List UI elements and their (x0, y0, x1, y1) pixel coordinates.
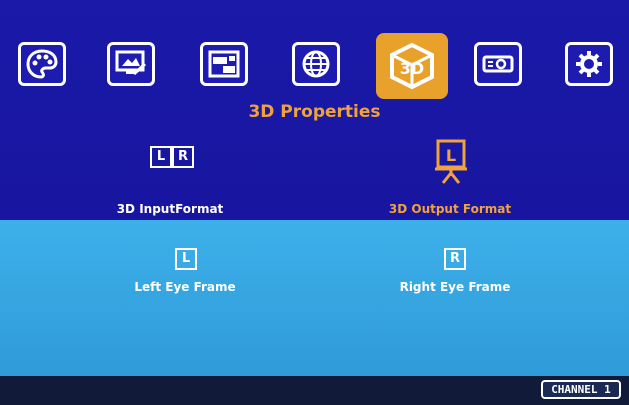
option-label: Right Eye Frame (399, 280, 511, 294)
section-title: 3D Properties (248, 102, 381, 122)
l-letter: L (156, 149, 166, 164)
l-frame-icon: L (150, 146, 172, 168)
option-3d-output-format[interactable]: L 3D Output Format (365, 138, 535, 222)
left-eye-icon: L (175, 248, 197, 270)
channel-badge: CHANNEL 1 (541, 380, 621, 399)
option-3d-input-format[interactable]: L R 3D InputFormat (90, 142, 250, 222)
right-eye-icon: R (444, 248, 466, 270)
gear-icon (576, 51, 602, 77)
globe-icon (302, 50, 330, 78)
r-frame-icon: R (172, 146, 194, 168)
r-letter: R (177, 149, 188, 164)
projection-screen-icon: L (435, 139, 467, 184)
tab-picture-adjust[interactable] (107, 42, 155, 86)
monitor-adjust-icon (115, 50, 147, 76)
3d-cube-icon: 3D (390, 42, 434, 90)
option-right-eye-frame[interactable]: R Right Eye Frame (375, 248, 535, 308)
left-eye-letter: L (181, 251, 191, 266)
window-layout-icon (208, 50, 240, 78)
tab-settings[interactable] (565, 42, 613, 86)
option-label: 3D Output Format (388, 202, 512, 216)
tab-network[interactable] (292, 42, 340, 86)
osd-screen: 3D 3D Properties L R 3D InputFormat L 3D… (0, 0, 629, 405)
tab-projector[interactable] (474, 42, 522, 86)
tab-3d-label: 3D (400, 59, 424, 78)
option-label: 3D InputFormat (116, 202, 224, 216)
projector-icon (482, 55, 514, 73)
option-label: Left Eye Frame (134, 280, 236, 294)
tab-palette[interactable] (18, 42, 66, 86)
palette-icon (26, 49, 58, 79)
tab-3d[interactable]: 3D (376, 33, 448, 99)
screen-letter: L (446, 146, 456, 165)
option-left-eye-frame[interactable]: L Left Eye Frame (105, 248, 265, 308)
status-bar (0, 376, 629, 405)
tab-layout[interactable] (200, 42, 248, 86)
right-eye-letter: R (449, 251, 460, 266)
